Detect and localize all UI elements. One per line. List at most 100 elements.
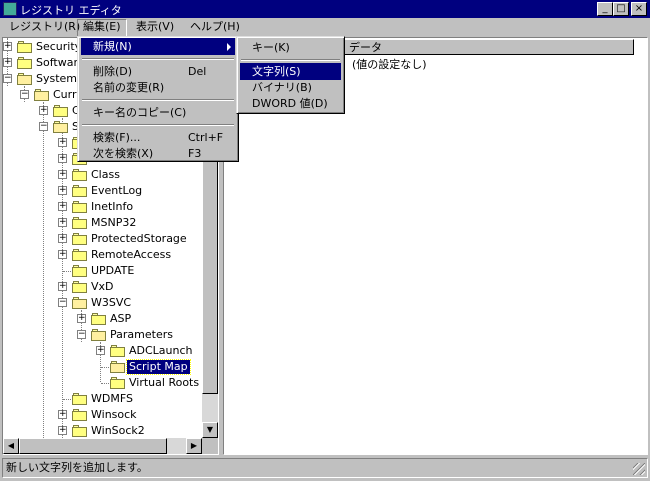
tree-node-label[interactable]: ASP [108, 312, 133, 326]
folder-open-icon [53, 121, 69, 133]
menu-item-new-binary[interactable]: バイナリ(B) [240, 79, 341, 96]
close-button[interactable]: × [631, 2, 647, 16]
collapse-icon[interactable]: − [39, 122, 48, 131]
tree-node-label[interactable]: Parameters [108, 328, 175, 342]
submenu-arrow-icon [227, 43, 231, 51]
expand-icon[interactable]: + [96, 346, 105, 355]
tree-node-label[interactable]: System [34, 72, 79, 86]
tree-node-label[interactable]: MSNP32 [89, 216, 138, 230]
folder-icon [53, 105, 69, 117]
tree-node-eventlog[interactable]: + EventLog [3, 183, 218, 199]
expand-icon[interactable]: + [58, 410, 67, 419]
expand-icon[interactable]: + [58, 170, 67, 179]
collapse-icon[interactable]: − [20, 90, 29, 99]
expand-icon[interactable]: + [58, 426, 67, 435]
menu-item-new[interactable]: 新規(N) [81, 38, 235, 55]
tree-node-label[interactable]: Security [34, 40, 83, 54]
expand-icon[interactable]: + [58, 218, 67, 227]
tree-node-wdmfs[interactable]: WDMFS [3, 391, 218, 407]
tree-node-label[interactable]: UPDATE [89, 264, 136, 278]
tree-node-label[interactable]: EventLog [89, 184, 144, 198]
folder-icon [72, 217, 88, 229]
scroll-right-icon[interactable]: ▶ [186, 438, 202, 454]
menu-item-find[interactable]: 検索(F)... Ctrl+F [81, 129, 235, 146]
maximize-button[interactable]: □ [613, 2, 629, 16]
value-row-default-data[interactable]: (値の設定なし) [352, 56, 427, 72]
registry-app-icon[interactable] [3, 2, 17, 16]
menu-edit[interactable]: 編集(E) [77, 19, 127, 37]
menu-separator [82, 124, 234, 126]
menu-help[interactable]: ヘルプ(H) [185, 19, 245, 35]
tree-node-label[interactable]: W3SVC [89, 296, 133, 310]
tree-node-label[interactable]: VxD [89, 280, 116, 294]
resize-grip-icon[interactable] [633, 463, 645, 475]
tree-node-class[interactable]: + Class [3, 167, 218, 183]
scroll-left-icon[interactable]: ◀ [3, 438, 19, 454]
column-header-data[interactable]: データ [344, 39, 634, 55]
tree-node-adclaunch[interactable]: + ADCLaunch [3, 343, 218, 359]
collapse-icon[interactable]: − [77, 330, 86, 339]
menu-item-new-key[interactable]: キー(K) [240, 39, 341, 56]
menu-item-shortcut: F3 [188, 147, 202, 160]
tree-node-remoteaccess[interactable]: + RemoteAccess [3, 247, 218, 263]
expand-icon[interactable]: + [58, 250, 67, 259]
menu-item-label: 削除(D) [93, 65, 133, 78]
tree-node-label[interactable]: Curr [51, 88, 79, 102]
expand-icon[interactable]: + [3, 42, 12, 51]
expand-icon[interactable]: + [58, 234, 67, 243]
tree-node-parameters[interactable]: − Parameters [3, 327, 218, 343]
collapse-icon[interactable]: − [58, 298, 67, 307]
expand-icon[interactable]: + [39, 106, 48, 115]
tree-node-virtual-roots[interactable]: Virtual Roots [3, 375, 218, 391]
folder-icon [17, 57, 33, 69]
expand-icon[interactable]: + [58, 186, 67, 195]
folder-icon [72, 185, 88, 197]
tree-horizontal-scrollbar[interactable]: ◀ ▶ [3, 438, 202, 454]
menu-item-copy-key-name[interactable]: キー名のコピー(C) [81, 104, 235, 121]
tree-node-label[interactable]: ProtectedStorage [89, 232, 189, 246]
folder-icon [72, 265, 88, 277]
expand-icon[interactable]: + [58, 282, 67, 291]
tree-node-label[interactable]: WDMFS [89, 392, 135, 406]
tree-node-label[interactable]: ADCLaunch [127, 344, 195, 358]
expand-icon[interactable]: + [77, 314, 86, 323]
tree-node-label-selected[interactable]: Script Map [126, 359, 191, 375]
expand-icon[interactable]: + [58, 154, 67, 163]
menu-item-new-string[interactable]: 文字列(S) [240, 63, 341, 80]
menu-separator [82, 99, 234, 101]
status-text: 新しい文字列を追加します。 [6, 461, 148, 474]
menu-view[interactable]: 表示(V) [131, 19, 179, 35]
tree-node-label[interactable]: Winsock [89, 408, 139, 422]
tree-node-inetinfo[interactable]: + InetInfo [3, 199, 218, 215]
menu-item-find-next[interactable]: 次を検索(X) F3 [81, 145, 235, 162]
scroll-thumb[interactable] [19, 438, 167, 454]
tree-node-asp[interactable]: + ASP [3, 311, 218, 327]
expand-icon[interactable]: + [3, 58, 12, 67]
scroll-down-icon[interactable]: ▼ [202, 422, 218, 438]
tree-node-msnp32[interactable]: + MSNP32 [3, 215, 218, 231]
tree-node-vxd[interactable]: + VxD [3, 279, 218, 295]
tree-node-winsock[interactable]: + Winsock [3, 407, 218, 423]
tree-node-update[interactable]: UPDATE [3, 263, 218, 279]
menu-item-rename[interactable]: 名前の変更(R) [81, 79, 235, 96]
menu-registry[interactable]: レジストリ(R) [4, 19, 85, 35]
expand-icon[interactable]: + [58, 202, 67, 211]
menu-item-delete[interactable]: 削除(D) Del [81, 63, 235, 80]
tree-node-protectedstorage[interactable]: + ProtectedStorage [3, 231, 218, 247]
tree-node-winsock2[interactable]: + WinSock2 [3, 423, 218, 439]
tree-node-script-map[interactable]: Script Map [3, 359, 218, 375]
tree-node-label[interactable]: WinSock2 [89, 424, 147, 438]
folder-icon [91, 313, 107, 325]
tree-node-label[interactable]: Class [89, 168, 122, 182]
expand-icon[interactable]: + [58, 138, 67, 147]
tree-node-label[interactable]: RemoteAccess [89, 248, 173, 262]
menu-item-label: 次を検索(X) [93, 147, 154, 160]
menu-item-new-dword[interactable]: DWORD 値(D) [240, 95, 341, 112]
folder-open-icon [34, 89, 50, 101]
title-bar[interactable]: レジストリ エディタ _ □ × [0, 0, 650, 18]
minimize-button[interactable]: _ [597, 2, 613, 16]
tree-node-label[interactable]: Virtual Roots [127, 376, 201, 390]
tree-node-label[interactable]: InetInfo [89, 200, 135, 214]
tree-node-w3svc[interactable]: − W3SVC [3, 295, 218, 311]
collapse-icon[interactable]: − [3, 74, 12, 83]
